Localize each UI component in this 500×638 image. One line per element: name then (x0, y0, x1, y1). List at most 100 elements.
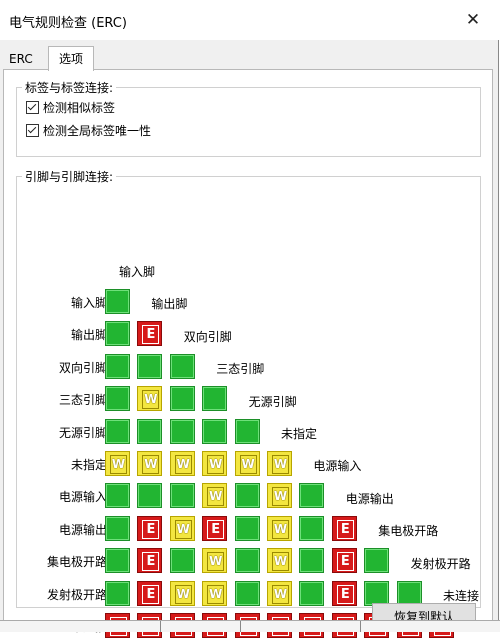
status-strip (0, 620, 500, 632)
cell-symbol: W (174, 584, 192, 604)
checkbox-checked-icon[interactable] (26, 124, 39, 137)
matrix-cell-ok[interactable] (105, 353, 130, 379)
pin-connection-group: 引脚与引脚连接: 输入脚 输出脚 E 双向引脚 三态引脚 W 无源引脚 未指定 W W W W W W 电源… (16, 168, 481, 638)
matrix-cell-ok[interactable] (364, 580, 390, 606)
matrix-cell-err[interactable]: E (137, 548, 163, 574)
cell-symbol: W (272, 584, 289, 604)
cell-symbol: E (142, 584, 160, 604)
matrix-cell-warn[interactable]: W (137, 451, 163, 476)
cell-symbol: W (110, 455, 127, 474)
matrix-cell-err[interactable]: E (137, 321, 163, 347)
divider (360, 621, 361, 632)
matrix-row-label: 发射极开路 (46, 587, 107, 602)
matrix-cell-ok[interactable] (299, 548, 325, 574)
matrix-cell-ok[interactable] (396, 580, 422, 606)
matrix-cell-ok[interactable] (137, 418, 163, 444)
cell-symbol: E (336, 552, 354, 572)
check-similar-labels[interactable]: 检测相似标签 (26, 99, 115, 116)
divider (240, 621, 241, 632)
matrix-cell-ok[interactable] (299, 580, 325, 606)
matrix-column-label: 三态引脚 (216, 362, 265, 377)
matrix-cell-warn[interactable]: W (267, 548, 292, 574)
matrix-cell-err[interactable]: E (331, 515, 357, 541)
check-global-label-unique[interactable]: 检测全局标签唯一性 (26, 122, 151, 139)
matrix-cell-ok[interactable] (105, 580, 130, 606)
matrix-cell-ok[interactable] (169, 483, 195, 509)
matrix-column-label: 未指定 (281, 427, 318, 441)
matrix-cell-warn[interactable]: W (169, 580, 195, 606)
checkbox-label: 检测相似标签 (43, 101, 116, 115)
matrix-cell-err[interactable]: E (331, 580, 357, 606)
matrix-cell-ok[interactable] (105, 386, 130, 412)
matrix-row-label: 电源输入 (58, 490, 107, 505)
matrix-cell-ok[interactable] (299, 515, 325, 541)
matrix-cell-ok[interactable] (234, 548, 260, 574)
title-bar: 电气规则检查 (ERC) ✕ (0, 0, 500, 40)
matrix-column-label: 输入脚 (119, 265, 156, 279)
matrix-cell-ok[interactable] (169, 353, 195, 379)
cell-symbol: W (272, 455, 289, 474)
checkbox-label: 检测全局标签唯一性 (43, 124, 152, 138)
cell-symbol: W (207, 487, 225, 507)
matrix-cell-ok[interactable] (202, 386, 228, 412)
matrix-cell-ok[interactable] (202, 418, 228, 444)
divider (160, 621, 161, 632)
matrix-cell-ok[interactable] (137, 483, 163, 509)
cell-symbol: W (207, 584, 225, 604)
matrix-cell-ok[interactable] (105, 548, 130, 574)
matrix-cell-ok[interactable] (234, 418, 260, 444)
matrix-row-label: 电源输出 (58, 522, 107, 537)
matrix-cell-warn[interactable]: W (267, 580, 292, 606)
matrix-cell-warn[interactable]: W (169, 515, 195, 541)
matrix-cell-warn[interactable]: W (202, 548, 228, 574)
pin-group-title: 引脚与引脚连接: (22, 168, 117, 185)
matrix-cell-ok[interactable] (169, 548, 195, 574)
matrix-cell-ok[interactable] (137, 353, 163, 379)
matrix-column-label: 发射极开路 (410, 556, 471, 571)
matrix-cell-ok[interactable] (105, 321, 130, 347)
tab-erc[interactable]: ERC (3, 49, 39, 69)
matrix-row-label: 未指定 (70, 458, 107, 472)
matrix-column-label: 输出脚 (151, 297, 188, 312)
matrix-cell-ok[interactable] (105, 418, 130, 444)
matrix-cell-warn[interactable]: W (234, 451, 260, 476)
matrix-row-label: 集电极开路 (46, 555, 107, 570)
matrix-cell-err[interactable]: E (137, 515, 163, 541)
matrix-cell-warn[interactable]: W (202, 580, 228, 606)
matrix-cell-warn[interactable]: W (202, 483, 228, 509)
close-icon[interactable]: ✕ (460, 8, 486, 32)
cell-symbol: E (142, 519, 160, 539)
matrix-cell-ok[interactable] (169, 386, 195, 412)
tab-options[interactable]: 选项 (48, 46, 95, 71)
matrix-cell-warn[interactable]: W (267, 483, 292, 509)
options-panel: 标签与标签连接: 检测相似标签 检测全局标签唯一性 引脚与引脚连接: 输入脚 输出… (3, 69, 493, 638)
matrix-cell-ok[interactable] (234, 483, 260, 509)
matrix-cell-ok[interactable] (105, 289, 130, 314)
matrix-cell-warn[interactable]: W (105, 451, 130, 476)
matrix-cell-warn[interactable]: W (169, 451, 195, 476)
cell-symbol: W (174, 455, 192, 474)
matrix-cell-ok[interactable] (299, 483, 325, 509)
matrix-cell-ok[interactable] (234, 515, 260, 541)
matrix-column-label: 集电极开路 (378, 524, 439, 539)
matrix-cell-ok[interactable] (234, 580, 260, 606)
cell-symbol: W (272, 487, 289, 507)
matrix-cell-warn[interactable]: W (137, 386, 163, 412)
matrix-cell-warn[interactable]: W (202, 451, 228, 476)
matrix-cell-ok[interactable] (105, 515, 130, 541)
dialog-client-area: ERC 选项 标签与标签连接: 检测相似标签 检测全局标签唯一性 引脚与引脚连接… (0, 40, 499, 638)
matrix-row-label: 输出脚 (70, 328, 107, 343)
checkbox-checked-icon[interactable] (26, 101, 39, 114)
matrix-column-label: 电源输出 (345, 491, 394, 506)
matrix-cell-err[interactable]: E (331, 548, 357, 574)
cell-symbol: E (207, 519, 225, 539)
cell-symbol: W (239, 455, 257, 474)
matrix-cell-warn[interactable]: W (267, 451, 292, 476)
matrix-cell-err[interactable]: E (202, 515, 228, 541)
cell-symbol: W (142, 455, 160, 474)
matrix-cell-err[interactable]: E (137, 580, 163, 606)
matrix-cell-warn[interactable]: W (267, 515, 292, 541)
matrix-cell-ok[interactable] (169, 418, 195, 444)
matrix-cell-ok[interactable] (105, 483, 130, 509)
matrix-cell-ok[interactable] (364, 548, 390, 574)
